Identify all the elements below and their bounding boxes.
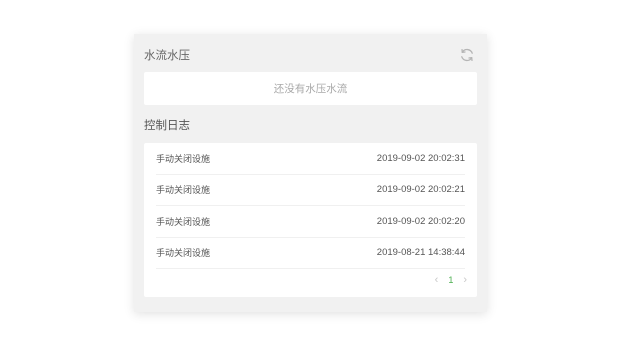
log-time: 2019-09-02 20:02:21: [376, 184, 465, 196]
log-row: 手动关闭设施 2019-09-02 20:02:31: [156, 143, 465, 175]
log-row: 手动关闭设施 2019-09-02 20:02:21: [156, 175, 465, 206]
log-row: 手动关闭设施 2019-09-02 20:02:20: [156, 206, 465, 238]
log-action: 手动关闭设施: [156, 186, 211, 197]
control-log-list: 手动关闭设施 2019-09-02 20:02:31 手动关闭设施 2019-0…: [144, 143, 477, 297]
log-action: 手动关闭设施: [156, 154, 211, 165]
water-pressure-card: 水流水压 还没有水压水流 控制日志 手动关闭设施 2019-09-02 20:0…: [134, 34, 487, 312]
log-action: 手动关闭设施: [156, 249, 211, 260]
card-header: 水流水压: [144, 46, 477, 64]
log-row: 手动关闭设施 2019-08-21 14:38:44: [156, 238, 465, 269]
log-action: 手动关闭设施: [156, 217, 211, 228]
page-number-current[interactable]: 1: [448, 275, 453, 285]
water-panel-title: 水流水压: [144, 48, 190, 62]
empty-message: 还没有水压水流: [273, 83, 348, 95]
prev-page-button[interactable]: ‹: [435, 274, 439, 286]
pagination: ‹ 1 ›: [435, 273, 467, 287]
log-section-title: 控制日志: [144, 118, 190, 132]
log-time: 2019-08-21 14:38:44: [376, 247, 465, 259]
log-time: 2019-09-02 20:02:20: [376, 215, 465, 227]
next-page-button[interactable]: ›: [463, 274, 467, 286]
refresh-icon[interactable]: [459, 47, 475, 63]
log-time: 2019-09-02 20:02:31: [376, 152, 465, 164]
water-empty-state: 还没有水压水流: [144, 72, 477, 105]
